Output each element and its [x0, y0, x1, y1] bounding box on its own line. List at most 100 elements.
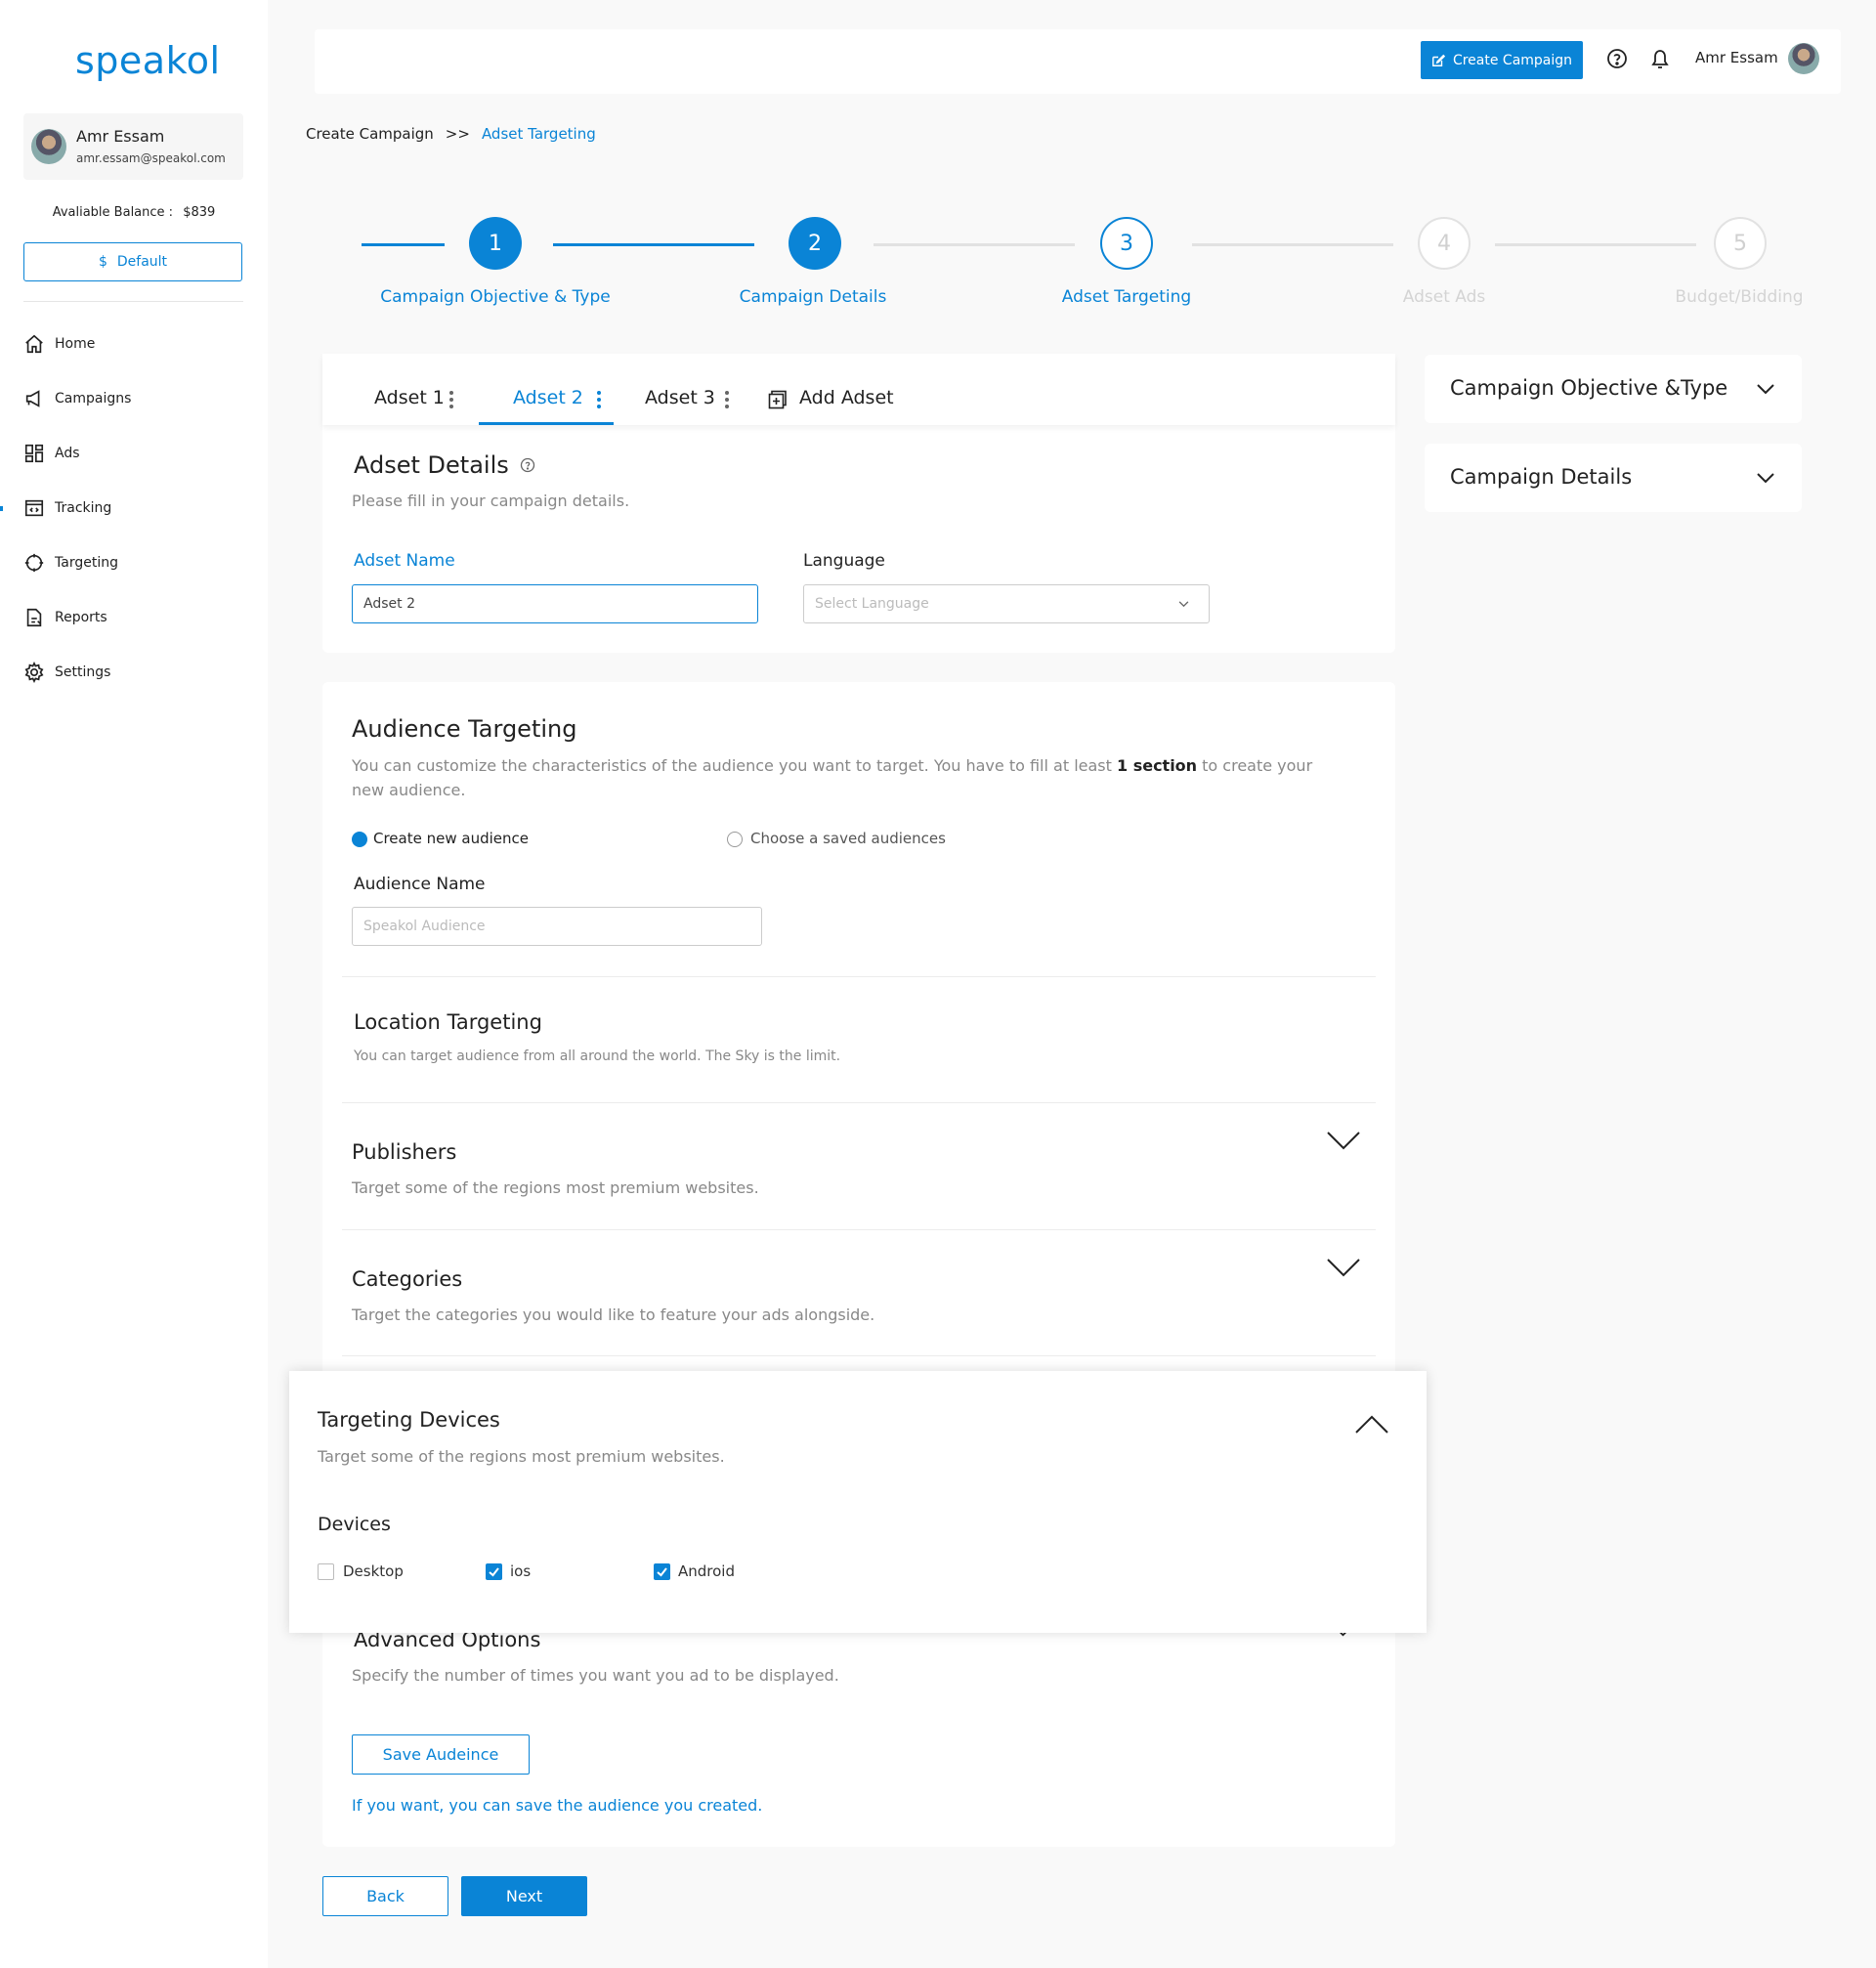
chevron-down-icon[interactable]: [1327, 1258, 1360, 1277]
default-button-label: Default: [116, 254, 168, 270]
language-select[interactable]: Select Language: [803, 584, 1210, 623]
android-checkbox[interactable]: [654, 1563, 670, 1580]
section-divider: [342, 1229, 1376, 1230]
radio-create-new-label[interactable]: Create new audience: [373, 830, 529, 847]
desktop-label[interactable]: Desktop: [343, 1562, 404, 1580]
breadcrumb-separator: >>: [445, 125, 470, 143]
sidebar-item-tracking[interactable]: Tracking: [23, 495, 111, 521]
ios-label[interactable]: ios: [510, 1562, 531, 1580]
back-button[interactable]: Back: [322, 1876, 448, 1916]
save-audience-hint: If you want, you can save the audience y…: [352, 1796, 763, 1815]
step-3-label[interactable]: Adset Targeting: [980, 287, 1273, 307]
sidebar-item-label: Ads: [55, 446, 80, 461]
sidebar-item-targeting[interactable]: Targeting: [23, 550, 118, 576]
chevron-down-icon[interactable]: [1757, 473, 1774, 484]
info-icon[interactable]: [520, 457, 535, 473]
home-icon: [25, 334, 43, 354]
step-1-circle[interactable]: 1: [469, 217, 522, 270]
step-connector: [1495, 243, 1696, 246]
campaign-objective-summary-title: Campaign Objective &Type: [1450, 376, 1728, 400]
create-campaign-button[interactable]: Create Campaign: [1421, 41, 1583, 79]
step-4-circle: 4: [1418, 217, 1471, 270]
location-targeting-title: Location Targeting: [354, 1010, 542, 1034]
bell-icon[interactable]: [1648, 46, 1672, 71]
chevron-down-icon[interactable]: [1757, 384, 1774, 395]
sidebar-divider: [23, 301, 243, 302]
ios-checkbox[interactable]: [486, 1563, 502, 1580]
breadcrumb-current: Adset Targeting: [481, 125, 596, 143]
profile-name: Amr Essam: [76, 127, 165, 146]
kebab-menu-icon[interactable]: [725, 391, 729, 411]
top-avatar[interactable]: [1788, 43, 1819, 74]
audience-desc-line2: new audience.: [352, 781, 466, 799]
categories-title: Categories: [352, 1267, 463, 1291]
campaign-details-summary-title: Campaign Details: [1450, 465, 1633, 489]
crosshair-icon: [24, 553, 44, 573]
megaphone-icon: [25, 390, 40, 407]
desktop-checkbox[interactable]: [318, 1563, 334, 1580]
default-account-button[interactable]: $ Default: [23, 242, 242, 281]
radio-choose-saved-audience[interactable]: [727, 832, 743, 847]
avatar: [31, 129, 66, 164]
sidebar-item-ads[interactable]: Ads: [23, 441, 80, 466]
brand-logo[interactable]: speakol: [75, 39, 221, 82]
publishers-title: Publishers: [352, 1140, 457, 1164]
section-divider: [342, 1355, 1376, 1356]
balance-row: Avaliable Balance : $839: [0, 205, 268, 220]
audience-name-label: Audience Name: [354, 875, 486, 894]
chevron-down-icon: [1178, 601, 1189, 608]
add-adset-icon[interactable]: [768, 390, 788, 409]
breadcrumb-parent[interactable]: Create Campaign: [306, 125, 434, 143]
sidebar-item-home[interactable]: Home: [23, 331, 95, 357]
top-user-name[interactable]: Amr Essam: [1695, 49, 1778, 66]
sidebar-item-campaigns[interactable]: Campaigns: [23, 386, 131, 411]
next-button[interactable]: Next: [461, 1876, 587, 1916]
step-connector: [362, 243, 445, 246]
audience-desc-text: You can customize the characteristics of…: [352, 756, 1117, 775]
campaign-details-summary[interactable]: Campaign Details: [1425, 444, 1802, 512]
add-adset-button[interactable]: Add Adset: [799, 387, 894, 408]
profile-card[interactable]: Amr Essam amr.essam@speakol.com: [23, 113, 243, 180]
breadcrumb: Create Campaign >> Adset Targeting: [306, 125, 596, 143]
grid-icon: [24, 444, 44, 463]
categories-subtitle: Target the categories you would like to …: [352, 1305, 875, 1324]
nav-active-indicator: [0, 506, 3, 511]
audience-name-input[interactable]: Speakol Audience: [352, 907, 762, 946]
tab-adset-3[interactable]: Adset 3: [645, 387, 715, 408]
sidebar-item-label: Home: [55, 336, 96, 352]
kebab-menu-icon[interactable]: [449, 391, 453, 411]
section-divider: [342, 1102, 1376, 1103]
tab-adset-2[interactable]: Adset 2: [513, 387, 583, 408]
android-label[interactable]: Android: [678, 1562, 735, 1580]
tab-adset-1[interactable]: Adset 1: [374, 387, 445, 408]
chevron-down-icon[interactable]: [1327, 1131, 1360, 1150]
dollar-icon: $: [98, 254, 107, 270]
section-divider: [342, 976, 1376, 977]
kebab-menu-icon[interactable]: [597, 391, 601, 411]
chevron-up-icon[interactable]: [1355, 1415, 1388, 1434]
adset-name-input[interactable]: Adset 2: [352, 584, 758, 623]
radio-choose-saved-label[interactable]: Choose a saved audiences: [750, 830, 946, 847]
check-icon: [489, 1567, 499, 1577]
location-targeting-subtitle: You can target audience from all around …: [354, 1048, 841, 1064]
report-icon: [26, 608, 42, 627]
targeting-devices-subtitle: Target some of the regions most premium …: [318, 1447, 725, 1466]
step-2-label[interactable]: Campaign Details: [666, 287, 959, 307]
campaign-objective-summary[interactable]: Campaign Objective &Type: [1425, 355, 1802, 423]
save-audience-button[interactable]: Save Audeince: [352, 1734, 530, 1775]
step-2-circle[interactable]: 2: [789, 217, 841, 270]
adset-name-label: Adset Name: [354, 551, 455, 571]
devices-label: Devices: [318, 1514, 391, 1535]
step-3-circle[interactable]: 3: [1100, 217, 1153, 270]
audience-desc-bold: 1 section: [1116, 756, 1198, 775]
help-icon[interactable]: [1605, 47, 1629, 70]
language-label: Language: [803, 551, 885, 571]
sidebar-item-settings[interactable]: Settings: [23, 660, 110, 685]
sidebar-item-label: Settings: [55, 664, 111, 680]
balance-label: Avaliable Balance :: [52, 205, 174, 220]
step-1-label[interactable]: Campaign Objective & Type: [349, 287, 642, 307]
radio-create-new-audience[interactable]: [352, 832, 367, 847]
adset-details-subtitle: Please fill in your campaign details.: [352, 492, 630, 510]
audience-targeting-desc: You can customize the characteristics of…: [352, 753, 1329, 802]
sidebar-item-reports[interactable]: Reports: [23, 605, 107, 630]
